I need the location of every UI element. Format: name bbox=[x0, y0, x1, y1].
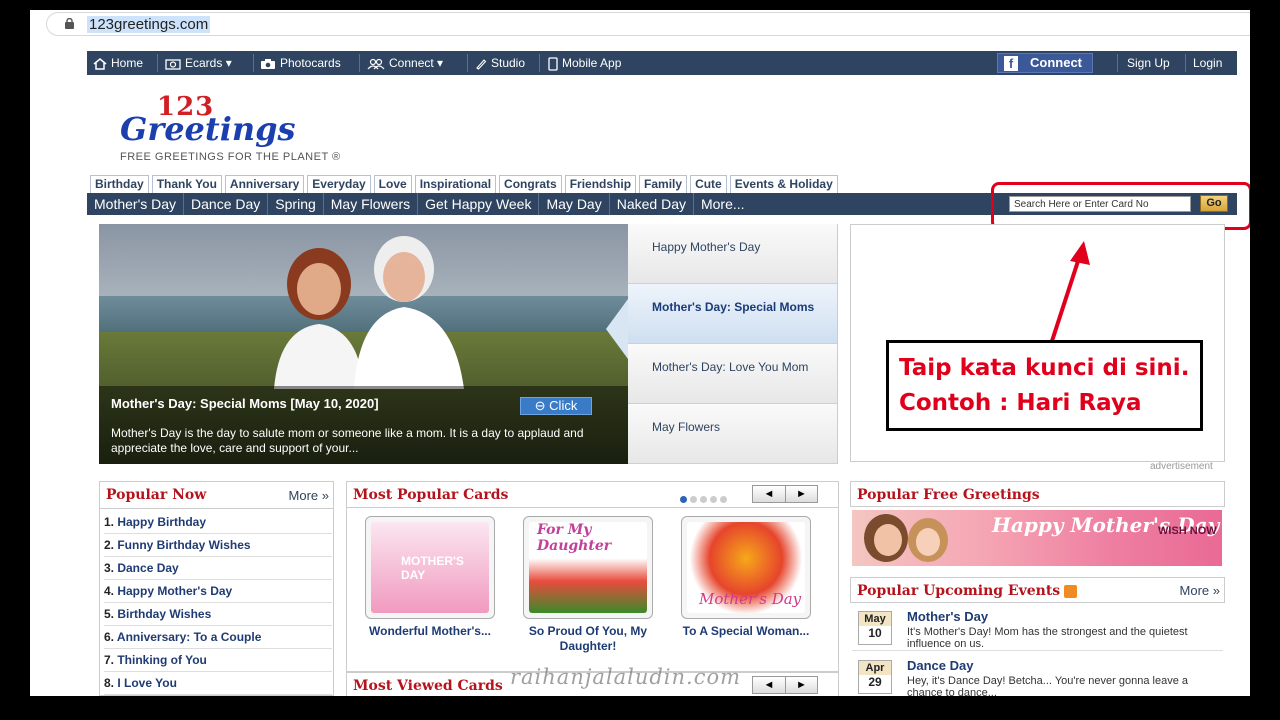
popular-free-greetings-title: Popular Free Greetings bbox=[857, 487, 1040, 503]
banner-image bbox=[864, 514, 948, 562]
upcoming-events-title: Popular Upcoming Events bbox=[857, 583, 1078, 599]
tab-events-holiday[interactable]: Events & Holiday bbox=[729, 175, 838, 193]
next-arrow-icon[interactable]: ► bbox=[785, 486, 817, 502]
nav-mobile-app[interactable]: Mobile App bbox=[548, 51, 621, 75]
most-popular-cards-title: Most Popular Cards bbox=[353, 487, 509, 503]
card-item[interactable]: Mother's Day To A Special Woman... bbox=[681, 516, 811, 639]
popular-free-greetings-header: Popular Free Greetings bbox=[850, 481, 1225, 507]
most-viewed-cards-title: Most Viewed Cards bbox=[353, 678, 503, 694]
subnav-more[interactable]: More... bbox=[694, 193, 752, 215]
subnav-may-day[interactable]: May Day bbox=[539, 193, 610, 215]
facebook-connect-button[interactable]: f Connect bbox=[997, 53, 1093, 73]
hero-slider[interactable]: Mother's Day: Special Moms [May 10, 2020… bbox=[99, 224, 629, 464]
wish-now-button[interactable]: WISH NOW bbox=[1158, 525, 1217, 537]
tab-everyday[interactable]: Everyday bbox=[307, 175, 371, 193]
list-item[interactable]: 8. I Love You bbox=[104, 673, 332, 695]
most-popular-cards-panel: Most Popular Cards ◄ ► MOTHER'S DAY Wonde… bbox=[346, 481, 839, 672]
top-nav: Home Ecards ▾ Photocards Connect ▾ Studi… bbox=[87, 51, 1237, 75]
card-image: For My Daughter bbox=[529, 522, 647, 613]
list-item[interactable]: 2. Funny Birthday Wishes bbox=[104, 535, 332, 557]
nav-ecards[interactable]: Ecards ▾ bbox=[165, 51, 232, 75]
list-item[interactable]: 4. Happy Mother's Day bbox=[104, 581, 332, 603]
card-image: MOTHER'S DAY bbox=[371, 522, 489, 613]
card-item[interactable]: For My Daughter So Proud Of You, My Daug… bbox=[523, 516, 653, 654]
carousel-dots[interactable] bbox=[680, 490, 730, 508]
tab-love[interactable]: Love bbox=[373, 175, 412, 193]
annotation-arrow bbox=[1050, 241, 1090, 342]
address-bar[interactable]: 123greetings.com bbox=[46, 12, 1250, 36]
sign-up-link[interactable]: Sign Up bbox=[1127, 51, 1170, 75]
tab-anniversary[interactable]: Anniversary bbox=[224, 175, 305, 193]
hero-list-item[interactable]: Mother's Day: Love You Mom bbox=[628, 344, 838, 404]
list-item[interactable]: 6. Anniversary: To a Couple bbox=[104, 627, 332, 649]
chevron-down-icon: ▾ bbox=[437, 56, 444, 70]
tab-birthday[interactable]: Birthday bbox=[90, 175, 149, 193]
next-arrow-icon[interactable]: ► bbox=[785, 677, 817, 693]
hero-list-item[interactable]: May Flowers bbox=[628, 404, 838, 464]
highlight-box bbox=[991, 182, 1250, 230]
popular-now-panel: Popular Now More » 1. Happy Birthday 2. … bbox=[99, 481, 334, 696]
calendar-icon: Apr 29 bbox=[858, 660, 892, 694]
tab-inspirational[interactable]: Inspirational bbox=[414, 175, 497, 193]
camera-icon bbox=[261, 58, 275, 69]
subnav-mothers-day[interactable]: Mother's Day bbox=[87, 193, 185, 215]
event-item[interactable]: May 10 Mother's Day It's Mother's Day! Mo… bbox=[852, 605, 1223, 651]
tab-cute[interactable]: Cute bbox=[690, 175, 727, 193]
prev-arrow-icon[interactable]: ◄ bbox=[753, 677, 785, 693]
ecard-icon bbox=[165, 59, 181, 70]
lock-icon bbox=[65, 18, 74, 29]
pencil-icon bbox=[476, 59, 487, 70]
prev-arrow-icon[interactable]: ◄ bbox=[753, 486, 785, 502]
tab-congrats[interactable]: Congrats bbox=[499, 175, 562, 193]
hero-people-image bbox=[274, 236, 464, 389]
hero-list: Happy Mother's Day Mother's Day: Special… bbox=[606, 224, 838, 464]
nav-studio[interactable]: Studio bbox=[475, 51, 525, 75]
popular-now-title: Popular Now bbox=[106, 487, 207, 503]
tab-friendship[interactable]: Friendship bbox=[564, 175, 637, 193]
carousel-pager[interactable]: ◄ ► bbox=[752, 676, 818, 694]
url-text: 123greetings.com bbox=[87, 16, 211, 33]
subnav-get-happy-week[interactable]: Get Happy Week bbox=[418, 193, 540, 215]
tab-thank-you[interactable]: Thank You bbox=[151, 175, 222, 193]
card-image: Mother's Day bbox=[687, 522, 805, 613]
hero-title: Mother's Day: Special Moms [May 10, 2020… bbox=[111, 396, 379, 411]
nav-photocards[interactable]: Photocards bbox=[260, 51, 341, 75]
tab-family[interactable]: Family bbox=[639, 175, 688, 193]
ad-label: advertisement bbox=[1150, 461, 1213, 472]
event-item[interactable]: Apr 29 Dance Day Hey, it's Dance Day! Bet… bbox=[852, 654, 1223, 696]
chevron-down-icon: ▾ bbox=[225, 56, 232, 70]
mobile-icon bbox=[548, 57, 558, 71]
browser-frame: 123greetings.com Home Ecards ▾ Photocard… bbox=[30, 10, 1250, 696]
more-link[interactable]: More » bbox=[1180, 583, 1220, 598]
subnav-may-flowers[interactable]: May Flowers bbox=[324, 193, 419, 215]
subnav-spring[interactable]: Spring bbox=[268, 193, 324, 215]
facebook-icon: f bbox=[1004, 56, 1018, 71]
home-icon bbox=[93, 57, 107, 70]
subnav-naked-day[interactable]: Naked Day bbox=[610, 193, 694, 215]
carousel-pager[interactable]: ◄ ► bbox=[752, 485, 818, 503]
hero-click-button[interactable]: ⊖ Click bbox=[520, 397, 592, 415]
nav-connect[interactable]: Connect ▾ bbox=[367, 51, 443, 75]
category-tabs: Birthday Thank You Anniversary Everyday … bbox=[90, 175, 841, 193]
hero-list-item-selected[interactable]: Mother's Day: Special Moms bbox=[628, 284, 838, 344]
login-link[interactable]: Login bbox=[1193, 51, 1222, 75]
subnav-dance-day[interactable]: Dance Day bbox=[184, 193, 269, 215]
watermark: raihanjalaludin.com bbox=[510, 665, 742, 689]
more-link[interactable]: More » bbox=[289, 488, 329, 503]
hero-list-item[interactable]: Happy Mother's Day bbox=[628, 224, 838, 284]
calendar-icon: May 10 bbox=[858, 611, 892, 645]
users-icon bbox=[367, 58, 385, 70]
mothers-day-banner[interactable]: Happy Mother's Day WISH NOW bbox=[852, 510, 1222, 566]
hero-description: Mother's Day is the day to salute mom or… bbox=[111, 426, 584, 455]
card-item[interactable]: MOTHER'S DAY Wonderful Mother's... bbox=[365, 516, 495, 639]
nav-home[interactable]: Home bbox=[93, 51, 143, 75]
upcoming-events-header: Popular Upcoming Events More » bbox=[850, 577, 1225, 603]
list-item[interactable]: 7. Thinking of You bbox=[104, 650, 332, 672]
annotation-note: Taip kata kunci di sini. Contoh : Hari R… bbox=[886, 340, 1203, 431]
rss-icon[interactable] bbox=[1064, 584, 1078, 598]
list-item[interactable]: 3. Dance Day bbox=[104, 558, 332, 580]
list-item[interactable]: 1. Happy Birthday bbox=[104, 512, 332, 534]
list-item[interactable]: 5. Birthday Wishes bbox=[104, 604, 332, 626]
site-logo[interactable]: 123 Greetings FREE GREETINGS FOR THE PLA… bbox=[120, 92, 380, 167]
